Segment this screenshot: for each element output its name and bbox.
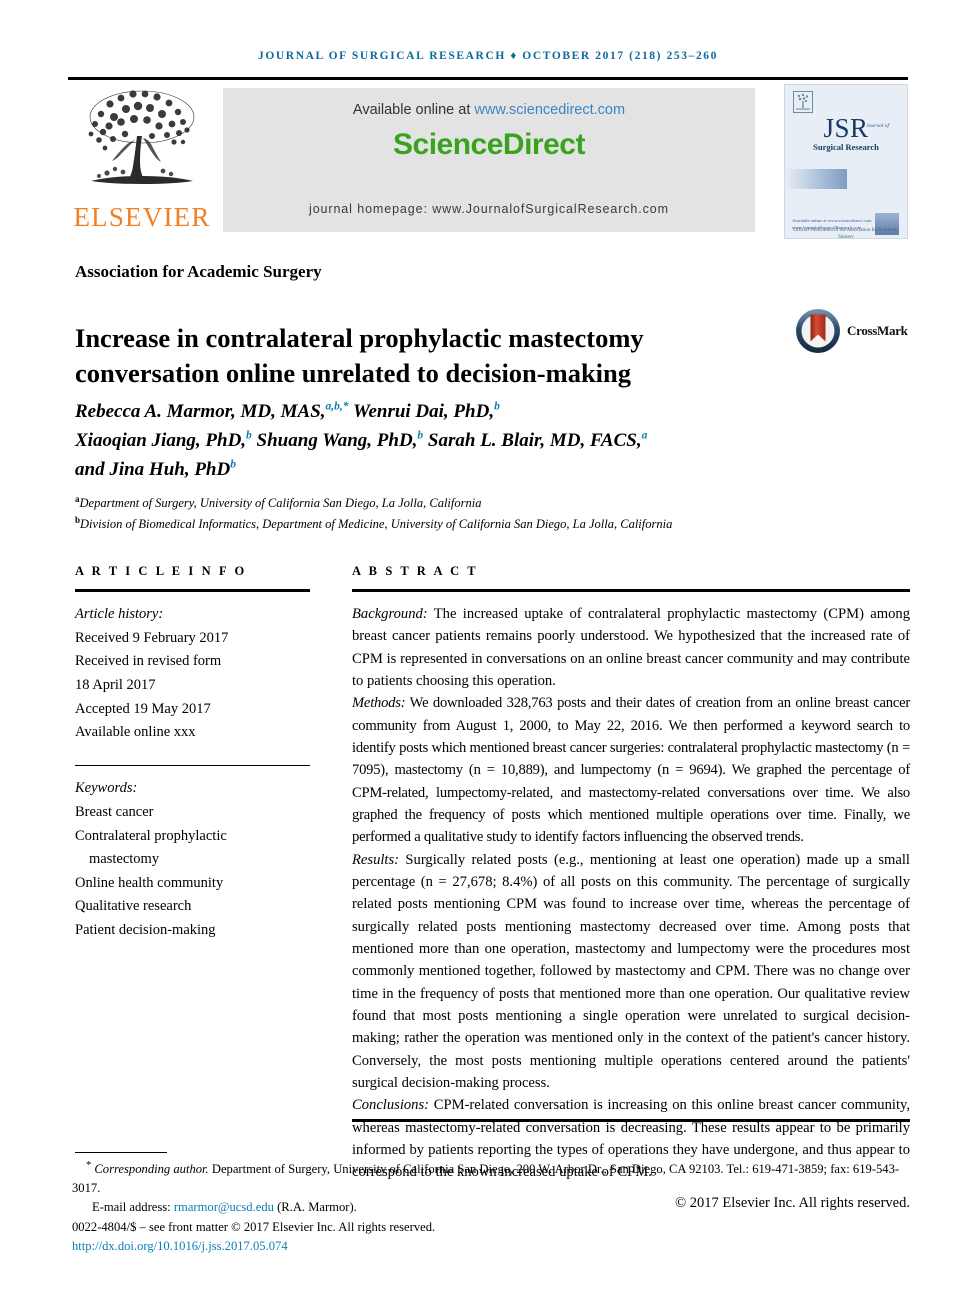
affiliation-list: aDepartment of Surgery, University of Ca… xyxy=(75,493,875,534)
keyword-item: Contralateral prophylactic xyxy=(75,827,227,844)
author-line-2-a: Xiaoqian Jiang, PhD, xyxy=(75,429,247,451)
abstract-bottom-rule xyxy=(352,1119,910,1122)
elsevier-tree-icon xyxy=(88,90,195,184)
available-online-prefix: Available online at xyxy=(352,102,471,118)
abstract-rule xyxy=(352,589,910,592)
author-line-1-rest: Wenrui Dai, PhD, xyxy=(348,401,495,422)
author-list: Rebecca A. Marmor, MD, MAS,a,b,* Wenrui … xyxy=(75,398,835,485)
article-history-block: Article history: Received 9 February 201… xyxy=(75,603,310,745)
cover-journal-word: Journal of xyxy=(866,123,889,129)
keyword-item: Patient decision-making xyxy=(75,922,216,938)
author-line-3: and Jina Huh, PhD xyxy=(75,458,231,480)
cover-decoration-bar-1 xyxy=(785,169,847,189)
page-title: Increase in contralateral prophylactic m… xyxy=(75,322,644,388)
abstract-background-text: The increased uptake of contralateral pr… xyxy=(352,606,910,689)
article-history-item: 18 April 2017 xyxy=(75,676,156,693)
affiliation-text: Division of Biomedical Informatics, Depa… xyxy=(80,516,673,531)
society-line: Association for Academic Surgery xyxy=(75,262,322,281)
abstract-methods-text: We downloaded 328,763 posts and their da… xyxy=(352,695,910,846)
author-sup-5: a xyxy=(641,429,648,442)
keyword-item: Breast cancer xyxy=(75,803,154,820)
issn-line: 0022-4804/$ – see front matter © 2017 El… xyxy=(72,1219,436,1234)
author-line-1-lead: Rebecca A. Marmor, MD, MAS, xyxy=(75,401,326,422)
article-history-item: Accepted 19 May 2017 xyxy=(75,700,211,717)
abstract-results-label: Results: xyxy=(352,851,400,868)
masthead: ELSEVIER Available online at www.science… xyxy=(68,84,908,239)
crossmark-icon xyxy=(796,309,840,353)
available-online-line: Available online at www.sciencedirect.co… xyxy=(223,102,755,118)
keyword-item: Online health community xyxy=(75,874,224,891)
article-info-heading: A R T I C L E I N F O xyxy=(75,564,247,578)
abstract-methods-label: Methods: xyxy=(352,695,406,712)
email-label: E-mail address: xyxy=(92,1200,171,1215)
doi-link[interactable]: http://dx.doi.org/10.1016/j.jss.2017.05.… xyxy=(72,1237,917,1256)
author-sup-6: b xyxy=(230,458,236,471)
corresponding-author-note: * Corresponding author. Department of Su… xyxy=(72,1158,917,1198)
article-history-label: Article history: xyxy=(75,606,164,622)
abstract-body: Background: The increased uptake of cont… xyxy=(352,603,910,1214)
article-first-page: JOURNAL OF SURGICAL RESEARCH ♦ OCTOBER 2… xyxy=(0,0,975,1305)
abstract-methods-paragraph: Methods: We downloaded 328,763 posts and… xyxy=(352,692,910,848)
sciencedirect-banner: Available online at www.sciencedirect.co… xyxy=(223,88,755,232)
cover-subtitle: Surgical Research xyxy=(813,142,879,152)
affiliation-item: bDivision of Biomedical Informatics, Dep… xyxy=(75,514,875,535)
sciencedirect-logo[interactable]: ScienceDirect xyxy=(223,128,755,162)
keyword-item-continuation: mastectomy xyxy=(89,851,160,868)
keyword-item: Qualitative research xyxy=(75,898,192,915)
affiliation-text: Department of Surgery, University of Cal… xyxy=(79,496,482,511)
abstract-column: A B S T R A C T Background: The increase… xyxy=(352,564,910,1214)
article-info-column: A R T I C L E I N F O Article history: R… xyxy=(75,564,310,943)
abstract-conclusions-label: Conclusions: xyxy=(352,1097,430,1114)
elsevier-wordmark: ELSEVIER xyxy=(73,202,211,232)
journal-homepage-line[interactable]: journal homepage: www.JournalofSurgicalR… xyxy=(223,202,755,216)
keywords-block: Keywords: Breast cancer Contralateral pr… xyxy=(75,777,310,942)
keywords-label: Keywords: xyxy=(75,780,138,797)
journal-cover-thumbnail[interactable]: JSR Journal of Surgical Research Officia… xyxy=(784,84,908,239)
email-link[interactable]: rmarmor@ucsd.edu xyxy=(174,1200,274,1214)
abstract-heading: A B S T R A C T xyxy=(352,564,479,578)
footnote-rule xyxy=(75,1152,167,1154)
article-info-rule xyxy=(75,589,310,592)
abstract-results-text: Surgically related posts (e.g., mentioni… xyxy=(352,851,910,1091)
abstract-results-paragraph: Results: Surgically related posts (e.g.,… xyxy=(352,849,910,1095)
sciencedirect-url-link[interactable]: www.sciencedirect.com xyxy=(474,102,625,118)
cover-footer-note: Available online at www.sciencedirect.co… xyxy=(792,218,872,231)
cover-elsevier-icon xyxy=(793,91,813,113)
corresponding-author-marker: * xyxy=(86,1160,92,1171)
article-history-item: Available online xxx xyxy=(75,724,196,741)
author-sup-1: a,b,* xyxy=(325,400,349,413)
keywords-rule xyxy=(75,764,310,767)
email-note: E-mail address: rmarmor@ucsd.edu (R.A. M… xyxy=(72,1198,917,1217)
elsevier-logo: ELSEVIER xyxy=(68,84,216,239)
abstract-background-paragraph: Background: The increased uptake of cont… xyxy=(352,603,910,692)
author-sup-2: b xyxy=(494,400,500,413)
abstract-background-label: Background: xyxy=(352,606,428,622)
author-line-2-b: Shuang Wang, PhD, xyxy=(251,429,418,451)
email-suffix: (R.A. Marmor). xyxy=(273,1200,357,1215)
corresponding-author-label: Corresponding author. xyxy=(94,1162,209,1177)
article-history-item: Received 9 February 2017 xyxy=(75,629,229,646)
running-head: JOURNAL OF SURGICAL RESEARCH ♦ OCTOBER 2… xyxy=(258,50,718,62)
author-line-2-c: Sarah L. Blair, MD, FACS, xyxy=(423,429,642,451)
header-rule xyxy=(68,77,908,80)
crossmark-label: CrossMark xyxy=(847,323,908,338)
crossmark-badge[interactable]: CrossMark xyxy=(795,305,915,357)
footnote-block: * Corresponding author. Department of Su… xyxy=(72,1158,917,1256)
article-history-item: Received in revised form xyxy=(75,653,222,670)
affiliation-item: aDepartment of Surgery, University of Ca… xyxy=(75,493,875,514)
